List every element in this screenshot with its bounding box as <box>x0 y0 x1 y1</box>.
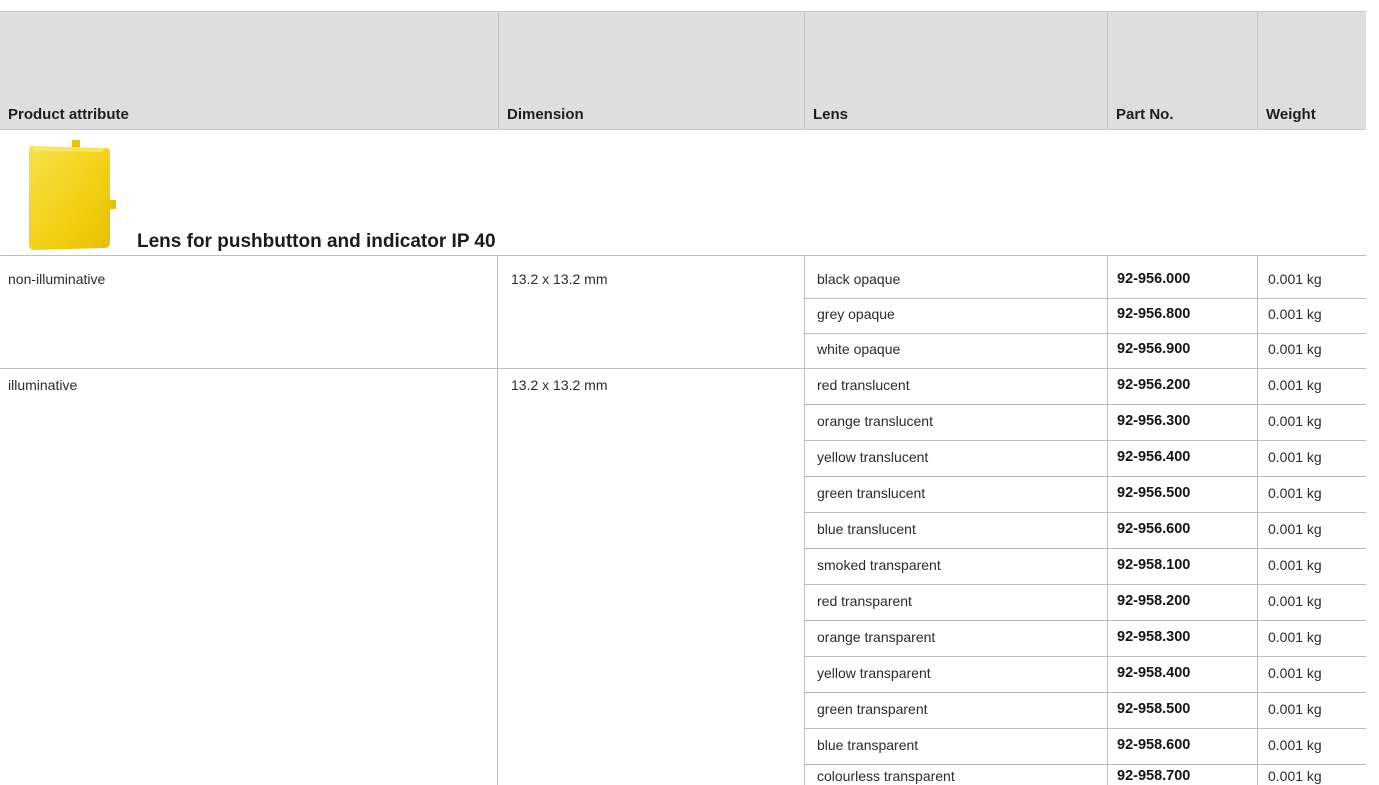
row-divider <box>805 476 1366 477</box>
group-attribute: illuminative <box>8 377 78 393</box>
row-divider <box>805 440 1366 441</box>
lens-cell: grey opaque <box>817 306 895 322</box>
weight-cell: 0.001 kg <box>1268 629 1322 645</box>
part-no-cell: 92-956.300 <box>1117 413 1191 429</box>
product-title: Lens for pushbutton and indicator IP 40 <box>137 231 496 252</box>
part-no-cell: 92-958.400 <box>1117 665 1191 681</box>
column-divider <box>804 256 805 785</box>
part-no-cell: 92-956.500 <box>1117 485 1191 501</box>
header-dimension: Dimension <box>498 12 804 129</box>
lens-cell: black opaque <box>817 271 901 287</box>
weight-cell: 0.001 kg <box>1268 768 1322 784</box>
weight-cell: 0.001 kg <box>1268 306 1322 322</box>
row-divider <box>805 298 1366 299</box>
part-no-cell: 92-956.000 <box>1117 271 1191 287</box>
column-divider <box>1107 256 1108 785</box>
lens-cell: red transparent <box>817 593 912 609</box>
row-divider <box>805 333 1366 334</box>
column-divider <box>1257 256 1258 785</box>
weight-cell: 0.001 kg <box>1268 665 1322 681</box>
row-divider <box>805 404 1366 405</box>
header-label: Dimension <box>507 106 584 123</box>
row-divider <box>805 584 1366 585</box>
part-no-cell: 92-956.600 <box>1117 521 1191 537</box>
part-no-cell: 92-956.200 <box>1117 377 1191 393</box>
header-label: Part No. <box>1116 106 1174 123</box>
lens-cell: green translucent <box>817 485 926 501</box>
part-no-cell: 92-958.500 <box>1117 701 1191 717</box>
header-weight: Weight <box>1257 12 1367 129</box>
part-no-cell: 92-956.900 <box>1117 341 1191 357</box>
lens-cell: red translucent <box>817 377 910 393</box>
group-dimension: 13.2 x 13.2 mm <box>511 271 608 287</box>
lens-cell: blue translucent <box>817 521 916 537</box>
part-no-cell: 92-958.200 <box>1117 593 1191 609</box>
weight-cell: 0.001 kg <box>1268 413 1322 429</box>
weight-cell: 0.001 kg <box>1268 377 1322 393</box>
part-no-cell: 92-958.600 <box>1117 737 1191 753</box>
header-label: Lens <box>813 106 849 123</box>
part-no-cell: 92-956.400 <box>1117 449 1191 465</box>
row-divider <box>805 728 1366 729</box>
weight-cell: 0.001 kg <box>1268 737 1322 753</box>
weight-cell: 0.001 kg <box>1268 485 1322 501</box>
row-divider <box>805 548 1366 549</box>
column-divider <box>497 256 498 785</box>
lens-cell: orange transparent <box>817 629 936 645</box>
part-no-cell: 92-956.800 <box>1117 306 1191 322</box>
header-part-no: Part No. <box>1107 12 1257 129</box>
group-attribute: non-illuminative <box>8 271 106 287</box>
lens-cell: white opaque <box>817 341 901 357</box>
part-no-cell: 92-958.300 <box>1117 629 1191 645</box>
weight-cell: 0.001 kg <box>1268 521 1322 537</box>
lens-cell: smoked transparent <box>817 557 941 573</box>
row-divider <box>805 512 1366 513</box>
weight-cell: 0.001 kg <box>1268 593 1322 609</box>
part-no-cell: 92-958.100 <box>1117 557 1191 573</box>
header-lens: Lens <box>804 12 1107 129</box>
group-divider <box>0 368 1366 369</box>
header-product-attribute: Product attribute <box>0 12 497 129</box>
weight-cell: 0.001 kg <box>1268 701 1322 717</box>
row-divider <box>805 764 1366 765</box>
table-header: Product attribute Dimension Lens Part No… <box>0 11 1366 130</box>
header-label: Product attribute <box>8 106 129 123</box>
lens-cell: blue transparent <box>817 737 919 753</box>
yellow-lens-cap-image <box>29 140 116 250</box>
row-divider <box>805 692 1366 693</box>
lens-cell: yellow transparent <box>817 665 931 681</box>
row-divider <box>805 620 1366 621</box>
lens-cell: colourless transparent <box>817 768 955 784</box>
row-divider <box>0 255 1366 256</box>
row-divider <box>805 656 1366 657</box>
part-no-cell: 92-958.700 <box>1117 768 1191 784</box>
weight-cell: 0.001 kg <box>1268 449 1322 465</box>
header-label: Weight <box>1266 106 1316 123</box>
weight-cell: 0.001 kg <box>1268 557 1322 573</box>
weight-cell: 0.001 kg <box>1268 271 1322 287</box>
weight-cell: 0.001 kg <box>1268 341 1322 357</box>
lens-cell: green transparent <box>817 701 928 717</box>
lens-cell: yellow translucent <box>817 449 929 465</box>
lens-cell: orange translucent <box>817 413 933 429</box>
group-dimension: 13.2 x 13.2 mm <box>511 377 608 393</box>
product-section: Lens for pushbutton and indicator IP 40 <box>0 130 1366 255</box>
